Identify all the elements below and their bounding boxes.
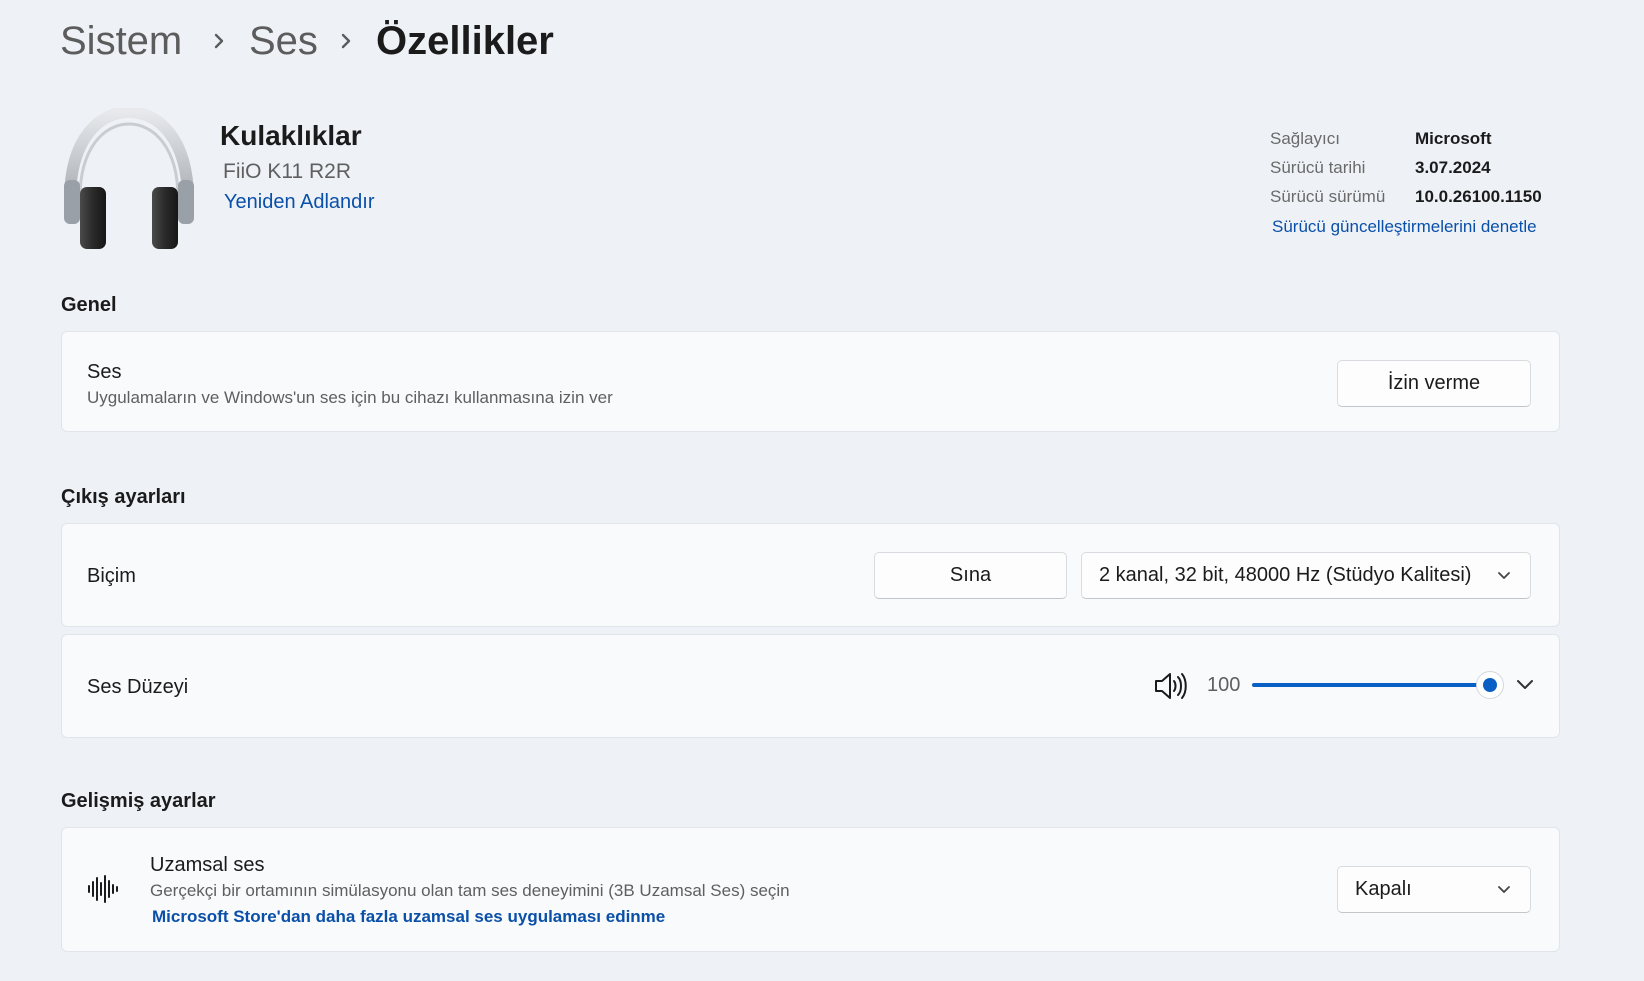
page-title: Özellikler [376, 19, 554, 63]
section-title-advanced: Gelişmiş ayarlar [61, 790, 216, 812]
chevron-down-icon [1498, 885, 1510, 893]
driver-version-label: Sürücü sürümü [1270, 187, 1386, 206]
spatial-audio-title: Uzamsal ses [150, 854, 265, 876]
chevron-right-icon [341, 33, 351, 49]
provider-label: Sağlayıcı [1270, 129, 1340, 148]
device-model: FiiO K11 R2R [223, 160, 351, 183]
speaker-icon[interactable] [1153, 671, 1187, 701]
spatial-audio-dropdown[interactable]: Kapalı [1337, 866, 1531, 913]
driver-date-label: Sürücü tarihi [1270, 158, 1366, 177]
section-title-general: Genel [61, 294, 117, 316]
test-button[interactable]: Sına [874, 552, 1067, 599]
audio-permission-title: Ses [87, 361, 122, 383]
audio-permission-description: Uygulamaların ve Windows'un ses için bu … [87, 388, 613, 407]
spatial-audio-card: Uzamsal ses Gerçekçi bir ortamının simül… [61, 827, 1560, 952]
volume-slider-thumb[interactable] [1476, 671, 1504, 699]
format-dropdown[interactable]: 2 kanal, 32 bit, 48000 Hz (Stüdyo Kalite… [1081, 552, 1531, 599]
breadcrumb-item-ses[interactable]: Ses [249, 18, 318, 64]
rename-link[interactable]: Yeniden Adlandır [224, 191, 375, 214]
driver-update-link[interactable]: Sürücü güncelleştirmelerini denetle [1272, 217, 1537, 237]
volume-label: Ses Düzeyi [87, 676, 189, 698]
format-label: Biçim [87, 565, 136, 587]
section-title-output: Çıkış ayarları [61, 486, 186, 508]
spatial-store-link[interactable]: Microsoft Store'dan daha fazla uzamsal s… [152, 907, 665, 927]
expand-chevron-icon[interactable] [1515, 678, 1535, 692]
format-dropdown-value: 2 kanal, 32 bit, 48000 Hz (Stüdyo Kalite… [1099, 564, 1472, 586]
audio-permission-card: Ses Uygulamaların ve Windows'un ses için… [61, 331, 1560, 432]
spatial-audio-icon [88, 875, 118, 903]
provider-value: Microsoft [1415, 129, 1492, 148]
chevron-right-icon [214, 33, 224, 49]
disallow-button[interactable]: İzin verme [1337, 360, 1531, 407]
spatial-audio-description: Gerçekçi bir ortamının simülasyonu olan … [150, 881, 790, 900]
driver-date-value: 3.07.2024 [1415, 158, 1491, 177]
volume-value: 100 [1207, 674, 1241, 696]
chevron-down-icon [1498, 571, 1510, 579]
spatial-audio-dropdown-value: Kapalı [1355, 878, 1412, 900]
format-card: Biçim Sına 2 kanal, 32 bit, 48000 Hz (St… [61, 523, 1560, 627]
breadcrumb-item-sistem[interactable]: Sistem [60, 18, 182, 64]
headphones-icon [64, 108, 194, 249]
driver-version-value: 10.0.26100.1150 [1415, 187, 1542, 206]
device-name: Kulaklıklar [220, 120, 362, 151]
volume-slider-track[interactable] [1252, 683, 1479, 687]
